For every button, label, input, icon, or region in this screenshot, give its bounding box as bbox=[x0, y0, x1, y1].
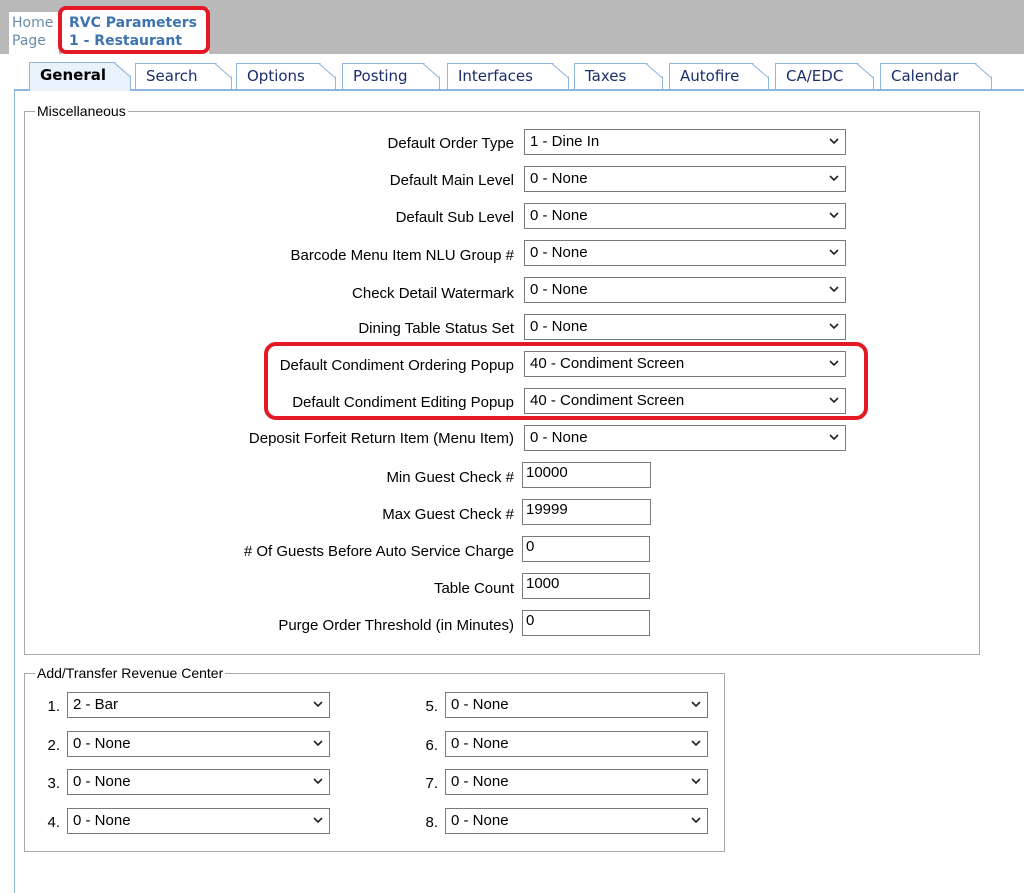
default-main-level-value: 0 - None bbox=[530, 170, 588, 187]
home-page-label-line1: Home bbox=[12, 15, 54, 31]
tab-taxes-label: Taxes bbox=[585, 67, 627, 85]
rvc-slot-3-value: 0 - None bbox=[73, 773, 131, 790]
table-count-label: Table Count bbox=[433, 580, 514, 597]
tab-calendar-label: Calendar bbox=[891, 67, 959, 85]
deposit-forfeit-return-item-value: 0 - None bbox=[530, 429, 588, 446]
default-order-type-value: 1 - Dine In bbox=[530, 133, 600, 150]
rvc-slot-6-value: 0 - None bbox=[451, 735, 509, 752]
tab-general[interactable]: General bbox=[29, 62, 131, 91]
chevron-down-icon bbox=[829, 175, 839, 181]
tab-calendar[interactable]: Calendar bbox=[880, 63, 992, 89]
add-transfer-legend: Add/Transfer Revenue Center bbox=[37, 665, 224, 681]
default-main-level-select[interactable]: 0 - None bbox=[524, 166, 846, 192]
max-guest-check-label: Max Guest Check # bbox=[382, 506, 514, 523]
default-main-level-label: Default Main Level bbox=[389, 172, 514, 189]
tab-autofire[interactable]: Autofire bbox=[669, 63, 769, 89]
rvc-slot-7-number: 7. bbox=[425, 775, 438, 792]
rvc-slot-6-number: 6. bbox=[425, 737, 438, 754]
home-page-link[interactable]: Home Page bbox=[9, 12, 59, 54]
tab-posting[interactable]: Posting bbox=[342, 63, 440, 89]
rvc-slot-2-number: 2. bbox=[47, 737, 60, 754]
rvc-slot-5-number: 5. bbox=[425, 698, 438, 715]
deposit-forfeit-return-item-label: Deposit Forfeit Return Item (Menu Item) bbox=[248, 430, 514, 447]
tab-ca-edc[interactable]: CA/EDC bbox=[775, 63, 874, 89]
rvc-slot-1-value: 2 - Bar bbox=[73, 696, 119, 713]
tab-autofire-label: Autofire bbox=[680, 67, 740, 85]
tab-options[interactable]: Options bbox=[236, 63, 336, 89]
guests-before-auto-service-charge-input[interactable]: 0 bbox=[522, 536, 650, 562]
chevron-down-icon bbox=[691, 817, 701, 823]
home-page-label-line2: Page bbox=[12, 33, 46, 49]
rvc-slot-1-number: 1. bbox=[47, 698, 60, 715]
check-detail-watermark-label: Check Detail Watermark bbox=[352, 285, 514, 302]
guests-before-auto-service-charge-label: # Of Guests Before Auto Service Charge bbox=[243, 543, 514, 560]
rvc-slot-3-number: 3. bbox=[47, 775, 60, 792]
dining-table-status-set-value: 0 - None bbox=[530, 318, 588, 335]
miscellaneous-legend: Miscellaneous bbox=[37, 103, 126, 119]
rvc-slot-1-select[interactable]: 2 - Bar bbox=[67, 692, 330, 718]
barcode-nlu-group-label: Barcode Menu Item NLU Group # bbox=[290, 247, 514, 264]
min-guest-check-input[interactable]: 10000 bbox=[522, 462, 651, 488]
barcode-nlu-group-value: 0 - None bbox=[530, 244, 588, 261]
rvc-slot-8-value: 0 - None bbox=[451, 812, 509, 829]
dining-table-status-set-select[interactable]: 0 - None bbox=[524, 314, 846, 340]
rvc-slot-8-number: 8. bbox=[425, 814, 438, 831]
tab-ca-edc-label: CA/EDC bbox=[786, 67, 844, 85]
dining-table-status-set-label: Dining Table Status Set bbox=[358, 320, 514, 337]
tab-general-label: General bbox=[40, 66, 106, 84]
chevron-down-icon bbox=[829, 434, 839, 440]
tab-search-label: Search bbox=[146, 67, 198, 85]
chevron-down-icon bbox=[829, 212, 839, 218]
rvc-slot-4-number: 4. bbox=[47, 814, 60, 831]
rvc-slot-5-select[interactable]: 0 - None bbox=[445, 692, 708, 718]
default-sub-level-label: Default Sub Level bbox=[395, 209, 514, 226]
chevron-down-icon bbox=[829, 138, 839, 144]
chevron-down-icon bbox=[691, 778, 701, 784]
chevron-down-icon bbox=[829, 323, 839, 329]
rvc-slot-4-value: 0 - None bbox=[73, 812, 131, 829]
chevron-down-icon bbox=[313, 778, 323, 784]
chevron-down-icon bbox=[313, 740, 323, 746]
chevron-down-icon bbox=[691, 740, 701, 746]
chevron-down-icon bbox=[829, 286, 839, 292]
tab-interfaces[interactable]: Interfaces bbox=[447, 63, 569, 89]
tab-posting-label: Posting bbox=[353, 67, 408, 85]
rvc-slot-7-value: 0 - None bbox=[451, 773, 509, 790]
rvc-slot-5-value: 0 - None bbox=[451, 696, 509, 713]
default-sub-level-select[interactable]: 0 - None bbox=[524, 203, 846, 229]
check-detail-watermark-select[interactable]: 0 - None bbox=[524, 277, 846, 303]
deposit-forfeit-return-item-select[interactable]: 0 - None bbox=[524, 425, 846, 451]
chevron-down-icon bbox=[313, 817, 323, 823]
rvc-slot-4-select[interactable]: 0 - None bbox=[67, 808, 330, 834]
rvc-slot-6-select[interactable]: 0 - None bbox=[445, 731, 708, 757]
check-detail-watermark-value: 0 - None bbox=[530, 281, 588, 298]
rvc-slot-8-select[interactable]: 0 - None bbox=[445, 808, 708, 834]
highlight-condiment-popups bbox=[264, 342, 868, 420]
max-guest-check-input[interactable]: 19999 bbox=[522, 499, 651, 525]
table-count-input[interactable]: 1000 bbox=[522, 573, 650, 599]
tab-options-label: Options bbox=[247, 67, 305, 85]
rvc-slot-7-select[interactable]: 0 - None bbox=[445, 769, 708, 795]
rvc-slot-3-select[interactable]: 0 - None bbox=[67, 769, 330, 795]
min-guest-check-label: Min Guest Check # bbox=[386, 469, 514, 486]
purge-order-threshold-label: Purge Order Threshold (in Minutes) bbox=[278, 617, 514, 634]
barcode-nlu-group-select[interactable]: 0 - None bbox=[524, 240, 846, 266]
tab-interfaces-label: Interfaces bbox=[458, 67, 533, 85]
chevron-down-icon bbox=[691, 701, 701, 707]
default-sub-level-value: 0 - None bbox=[530, 207, 588, 224]
purge-order-threshold-input[interactable]: 0 bbox=[522, 610, 650, 636]
chevron-down-icon bbox=[829, 249, 839, 255]
rvc-slot-2-value: 0 - None bbox=[73, 735, 131, 752]
rvc-slot-2-select[interactable]: 0 - None bbox=[67, 731, 330, 757]
chevron-down-icon bbox=[313, 701, 323, 707]
default-order-type-label: Default Order Type bbox=[387, 135, 514, 152]
tab-taxes[interactable]: Taxes bbox=[574, 63, 663, 89]
highlight-rvc-tab bbox=[58, 6, 210, 54]
default-order-type-select[interactable]: 1 - Dine In bbox=[524, 129, 846, 155]
tab-search[interactable]: Search bbox=[135, 63, 232, 89]
